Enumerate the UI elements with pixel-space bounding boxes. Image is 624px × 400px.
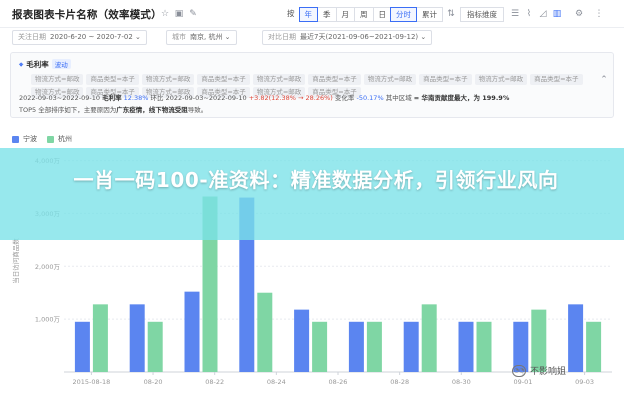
wechat-icon: ◔◔: [512, 364, 526, 377]
date-filter-value: 2020-6-20 ~ 2020-7-02 ⌄: [50, 33, 141, 41]
bar-ningbo: [568, 304, 584, 372]
city-filter-key: 城市: [172, 33, 186, 41]
image-icon[interactable]: ▣: [174, 9, 184, 19]
y-tick-label: 2,000万: [35, 263, 61, 271]
page-title: 报表图表卡片名称（效率模式）: [12, 9, 162, 21]
city-filter[interactable]: 城市 南京, 杭州 ⌄: [166, 30, 237, 45]
y-tick-label: 1,000万: [35, 316, 61, 324]
watermark-text: 不影响姐: [530, 367, 567, 377]
dimension-chip: 物流方式=邮政: [363, 74, 417, 85]
summary-region-label: 其中区域: [385, 94, 412, 102]
bar-ningbo: [129, 304, 145, 372]
watermark: ◔◔ 不影响姐: [512, 364, 566, 377]
dimension-chip: 商品类型=本子: [308, 74, 361, 85]
favorite-icon[interactable]: ☆: [160, 9, 170, 19]
summary-compare-range: 2022-09-03~2022-09-10: [165, 94, 247, 102]
tab-cumulative[interactable]: 累计: [416, 7, 443, 22]
date-filter[interactable]: 关注日期 2020-6-20 ~ 2020-7-02 ⌄: [12, 30, 147, 45]
period-switch: 分时 累计: [390, 7, 443, 22]
summary-change-label: 变化率: [334, 94, 355, 102]
more-icon[interactable]: ⋮: [594, 9, 604, 19]
insight-reason: TOP5 全部排序如下，主要原因为广东疫情，线下物流受阻导致。: [19, 104, 207, 114]
dimension-chip: 物流方式=邮政: [31, 74, 84, 85]
x-tick-label: 08-30: [452, 378, 471, 386]
bar-hangzhou: [257, 292, 273, 372]
compare-filter-value: 最近7天(2021-09-06~2021-09-12) ⌄: [300, 33, 427, 41]
overlay-banner: [0, 148, 624, 240]
bar-ningbo: [458, 321, 474, 372]
summary-change: -50.17%: [356, 94, 384, 102]
tab-year[interactable]: 年: [298, 7, 318, 22]
line-chart-icon[interactable]: ⌇: [524, 9, 534, 19]
bar-hangzhou: [586, 321, 602, 372]
reason-prefix: TOP5 全部排序如下，主要原因为: [19, 106, 117, 114]
bar-hangzhou: [92, 304, 108, 372]
bar-hangzhou: [366, 321, 382, 372]
granularity-switch: 按 年 季 月 周 日: [283, 7, 392, 22]
tab-timeshare[interactable]: 分时: [390, 7, 417, 22]
reason-suffix: 导致。: [187, 106, 208, 114]
bar-ningbo: [184, 291, 200, 372]
insight-header: ⌖ 毛利率 波动: [19, 59, 71, 70]
compare-date-filter[interactable]: 对比日期 最近7天(2021-09-06~2021-09-12) ⌄: [262, 30, 433, 45]
x-tick-label: 08-26: [329, 378, 348, 386]
insight-summary: 2022-09-03~2022-09-10 毛利率 12.38% 环比 2022…: [19, 92, 509, 102]
summary-compare-label: 环比: [150, 94, 164, 102]
bar-chart-icon[interactable]: ▥: [552, 9, 562, 19]
bar-ningbo: [403, 321, 419, 372]
x-tick-label: 2015-08-18: [73, 378, 111, 386]
x-tick-label: 08-28: [390, 378, 409, 386]
dimension-chip: 物流方式=邮政: [474, 74, 528, 85]
compare-filter-key: 对比日期: [268, 33, 296, 41]
dimension-chip: 商品类型=本子: [530, 74, 583, 85]
summary-region: = 华南贡献度最大，为 199.9%: [413, 94, 510, 102]
insight-metric: 毛利率: [26, 60, 49, 69]
date-filter-key: 关注日期: [18, 33, 46, 41]
filter-bar: 关注日期 2020-6-20 ~ 2020-7-02 ⌄ 城市 南京, 杭州 ⌄ 对…: [0, 28, 624, 48]
insight-card: ⌖ 毛利率 波动 物流方式=邮政 商品类型=本子 物流方式=邮政 商品类型=本子 物流方式=…: [10, 52, 614, 118]
city-filter-value: 南京, 杭州 ⌄: [190, 33, 231, 41]
bar-ningbo: [74, 321, 90, 372]
y-axis-label: 当日访问商品数: [11, 238, 20, 284]
bar-hangzhou: [531, 309, 547, 372]
table-icon[interactable]: ☰: [510, 9, 520, 19]
edit-icon[interactable]: ✎: [188, 9, 198, 19]
x-tick-label: 09-01: [514, 378, 533, 386]
dimension-chip: 商品类型=本子: [86, 74, 139, 85]
bar-hangzhou: [476, 321, 492, 372]
location-pin-icon: ⌖: [19, 60, 24, 69]
tab-month[interactable]: 月: [335, 7, 355, 22]
metric-dimension-button[interactable]: 指标维度: [460, 7, 504, 22]
bar-hangzhou: [147, 321, 163, 372]
bar-ningbo: [294, 309, 310, 372]
dimension-chip: 商品类型=本子: [419, 74, 472, 85]
dimension-chip: 物流方式=邮政: [252, 74, 306, 85]
summary-value: 12.38%: [123, 94, 149, 102]
banner-text: 一肖一码100-准资料：精准数据分析，引领行业风向: [73, 168, 559, 192]
x-tick-label: 08-24: [267, 378, 286, 386]
summary-delta: +3.82(12.38% → 28.26%): [248, 94, 333, 102]
bar-hangzhou: [312, 321, 328, 372]
tab-quarter[interactable]: 季: [317, 7, 337, 22]
bar-ningbo: [348, 321, 364, 372]
granularity-label: 按: [287, 9, 295, 18]
reason-text: 广东疫情，线下物流受阻: [116, 106, 188, 114]
dimension-chip: 商品类型=本子: [197, 74, 250, 85]
summary-metric: 毛利率: [102, 94, 122, 102]
collapse-icon[interactable]: ⌃: [599, 75, 609, 85]
fluctuation-tag: 波动: [51, 59, 71, 69]
dimension-chip: 物流方式=邮政: [141, 74, 195, 85]
tab-week[interactable]: 周: [354, 7, 374, 22]
x-tick-label: 09-03: [575, 378, 594, 386]
settings-icon[interactable]: ⚙: [574, 9, 584, 19]
x-tick-label: 08-20: [144, 378, 163, 386]
x-tick-label: 08-22: [205, 378, 224, 386]
area-chart-icon[interactable]: ◿: [538, 9, 548, 19]
bar-hangzhou: [421, 304, 437, 372]
summary-range: 2022-09-03~2022-09-10: [19, 94, 100, 102]
toolbar: 报表图表卡片名称（效率模式） ☆ ▣ ✎ 按 年 季 月 周 日 分时 累计 ⇅…: [0, 0, 624, 28]
filter-icon[interactable]: ⇅: [446, 9, 456, 19]
